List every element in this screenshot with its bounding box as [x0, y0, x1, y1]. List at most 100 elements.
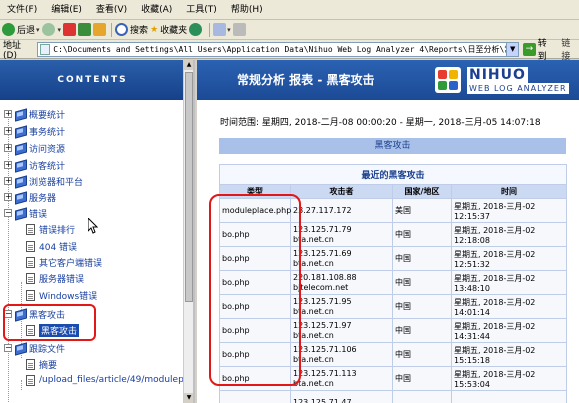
home-button[interactable]	[93, 21, 107, 39]
refresh-icon	[78, 23, 92, 36]
tree-item-transactions[interactable]: + 事务统计	[4, 124, 65, 138]
expand-plus-icon[interactable]: +	[4, 110, 12, 118]
menu-edit[interactable]: 编辑(E)	[44, 0, 89, 20]
tree-item-trace-file[interactable]: /upload_files/article/49/moduleplace.ph	[26, 373, 193, 387]
address-input[interactable]: C:\Documents and Settings\All Users\Appl…	[37, 41, 508, 57]
forward-arrow-icon	[41, 23, 55, 36]
nihuo-logo: NIHUO WEB LOG ANALYZER	[435, 67, 579, 97]
menu-file[interactable]: 文件(F)	[0, 0, 44, 20]
stop-button[interactable]	[63, 21, 77, 39]
tree-item-visitors[interactable]: + 访客统计	[4, 158, 65, 172]
stop-icon	[63, 23, 77, 36]
tree-item-label: 跟踪文件	[29, 344, 66, 355]
tree-item-trace-files[interactable]: − 跟踪文件	[4, 341, 65, 355]
tree-item-label: 浏览器和平台	[29, 177, 84, 188]
scroll-thumb[interactable]	[185, 72, 193, 302]
favorites-button[interactable]: ★ 收藏夹	[150, 21, 187, 39]
book-icon	[14, 192, 26, 203]
tree-item-servers[interactable]: + 服务器	[4, 190, 56, 204]
favorites-label: 收藏夹	[160, 26, 188, 36]
collapse-minus-icon[interactable]: −	[4, 209, 12, 217]
address-dropdown-button[interactable]: ▼	[506, 41, 520, 57]
attacker-ip: 123.125.71.69	[293, 248, 352, 258]
go-button[interactable]: → 转到	[523, 36, 555, 62]
country-cell	[392, 390, 452, 403]
tree-item-errors[interactable]: − 错误	[4, 206, 47, 220]
tree-item-label: 错误排行	[39, 225, 76, 236]
book-icon	[14, 143, 26, 154]
tree-item-trace-summary[interactable]: 摘要	[26, 357, 57, 371]
refresh-button[interactable]	[78, 21, 92, 39]
logo-subtitle: WEB LOG ANALYZER	[467, 83, 569, 94]
table-row: 123.125.71.47	[219, 390, 568, 403]
menu-favorites[interactable]: 收藏(A)	[134, 0, 179, 20]
country-cell: 中国	[392, 366, 452, 391]
back-button[interactable]: 后退 ▾	[2, 21, 40, 39]
tree-item-404[interactable]: 404 错误	[26, 239, 77, 253]
contents-header: CONTENTS	[0, 60, 185, 100]
column-header-time[interactable]: 时间	[450, 184, 568, 199]
attacker-cell: 123.125.71.113 bta.net.cn	[290, 366, 393, 391]
book-icon	[14, 176, 26, 187]
tree-item-resources[interactable]: + 访问资源	[4, 141, 65, 155]
menu-tools[interactable]: 工具(T)	[179, 0, 224, 20]
scroll-down-icon[interactable]: ▼	[184, 393, 193, 403]
tree-item-label: 访问资源	[29, 144, 66, 155]
attacker-host: bta.net.cn	[293, 306, 334, 316]
page-icon	[26, 272, 35, 284]
column-header-country[interactable]: 国家/地区	[392, 184, 452, 199]
menu-view[interactable]: 查看(V)	[89, 0, 134, 20]
page-icon	[26, 289, 35, 301]
country-cell: 美国	[392, 198, 452, 223]
history-icon	[189, 23, 203, 36]
links-button[interactable]: 链接	[561, 36, 579, 62]
print-button[interactable]	[232, 21, 246, 39]
time-cell	[450, 390, 568, 403]
chevron-down-icon[interactable]: ▾	[36, 26, 40, 34]
history-button[interactable]	[189, 21, 204, 39]
scroll-up-icon[interactable]: ▲	[184, 60, 193, 70]
chevron-down-icon[interactable]: ▾	[227, 26, 231, 34]
book-icon	[14, 109, 26, 120]
forward-button[interactable]: ▾	[41, 21, 62, 39]
book-open-icon	[14, 343, 26, 354]
time-cell: 星期五, 2018-三月-02 15:15:18	[450, 342, 568, 367]
country-cell: 中国	[392, 294, 452, 319]
mail-button[interactable]: ▾	[213, 21, 231, 39]
attacker-cell: 123.125.71.47	[290, 390, 393, 403]
print-icon	[232, 23, 246, 36]
column-header-attacker[interactable]: 攻击者	[290, 184, 393, 199]
tree-item-browsers[interactable]: + 浏览器和平台	[4, 174, 83, 188]
tree-item-client-errors[interactable]: 其它客户端错误	[26, 255, 102, 269]
tree-item-label: 概要统计	[29, 110, 66, 121]
tree-item-summary[interactable]: + 概要统计	[4, 107, 65, 121]
expand-plus-icon[interactable]: +	[4, 161, 12, 169]
book-icon	[14, 160, 26, 171]
time-range: 时间范围: 星期四, 2018-二月-08 00:00:20 - 星期一, 20…	[220, 118, 541, 128]
back-label: 后退	[17, 26, 36, 36]
menu-help[interactable]: 帮助(H)	[224, 0, 270, 20]
country-cell: 中国	[392, 270, 452, 295]
chevron-down-icon[interactable]: ▾	[58, 26, 62, 34]
toolbar-separator	[111, 22, 113, 37]
sidebar-scrollbar[interactable]: ▲ ▼	[183, 60, 193, 403]
tree-item-windows-errors[interactable]: Windows错误	[26, 288, 97, 302]
attacker-ip: 220.181.108.88	[293, 272, 357, 282]
tree-item-server-errors[interactable]: 服务器错误	[26, 271, 84, 285]
expand-plus-icon[interactable]: +	[4, 127, 12, 135]
attacker-ip: 123.125.71.113	[293, 368, 357, 378]
expand-plus-icon[interactable]: +	[4, 193, 12, 201]
expand-plus-icon[interactable]: +	[4, 144, 12, 152]
address-label: 地址(D)	[3, 40, 22, 61]
time-cell: 星期五, 2018-三月-02 14:31:44	[450, 318, 568, 343]
attacker-ip: 123.125.71.47	[293, 397, 352, 403]
highlight-box	[3, 304, 96, 341]
collapse-minus-icon[interactable]: −	[4, 344, 12, 352]
attacker-host: bta.net.cn	[293, 330, 334, 340]
expand-plus-icon[interactable]: +	[4, 177, 12, 185]
book-open-icon	[14, 208, 26, 219]
time-cell: 星期五, 2018-三月-02 14:01:14	[450, 294, 568, 319]
tree-item-label: 事务统计	[29, 127, 66, 138]
search-button[interactable]: 搜索	[115, 21, 148, 39]
tree-item-error-ranking[interactable]: 错误排行	[26, 222, 75, 236]
